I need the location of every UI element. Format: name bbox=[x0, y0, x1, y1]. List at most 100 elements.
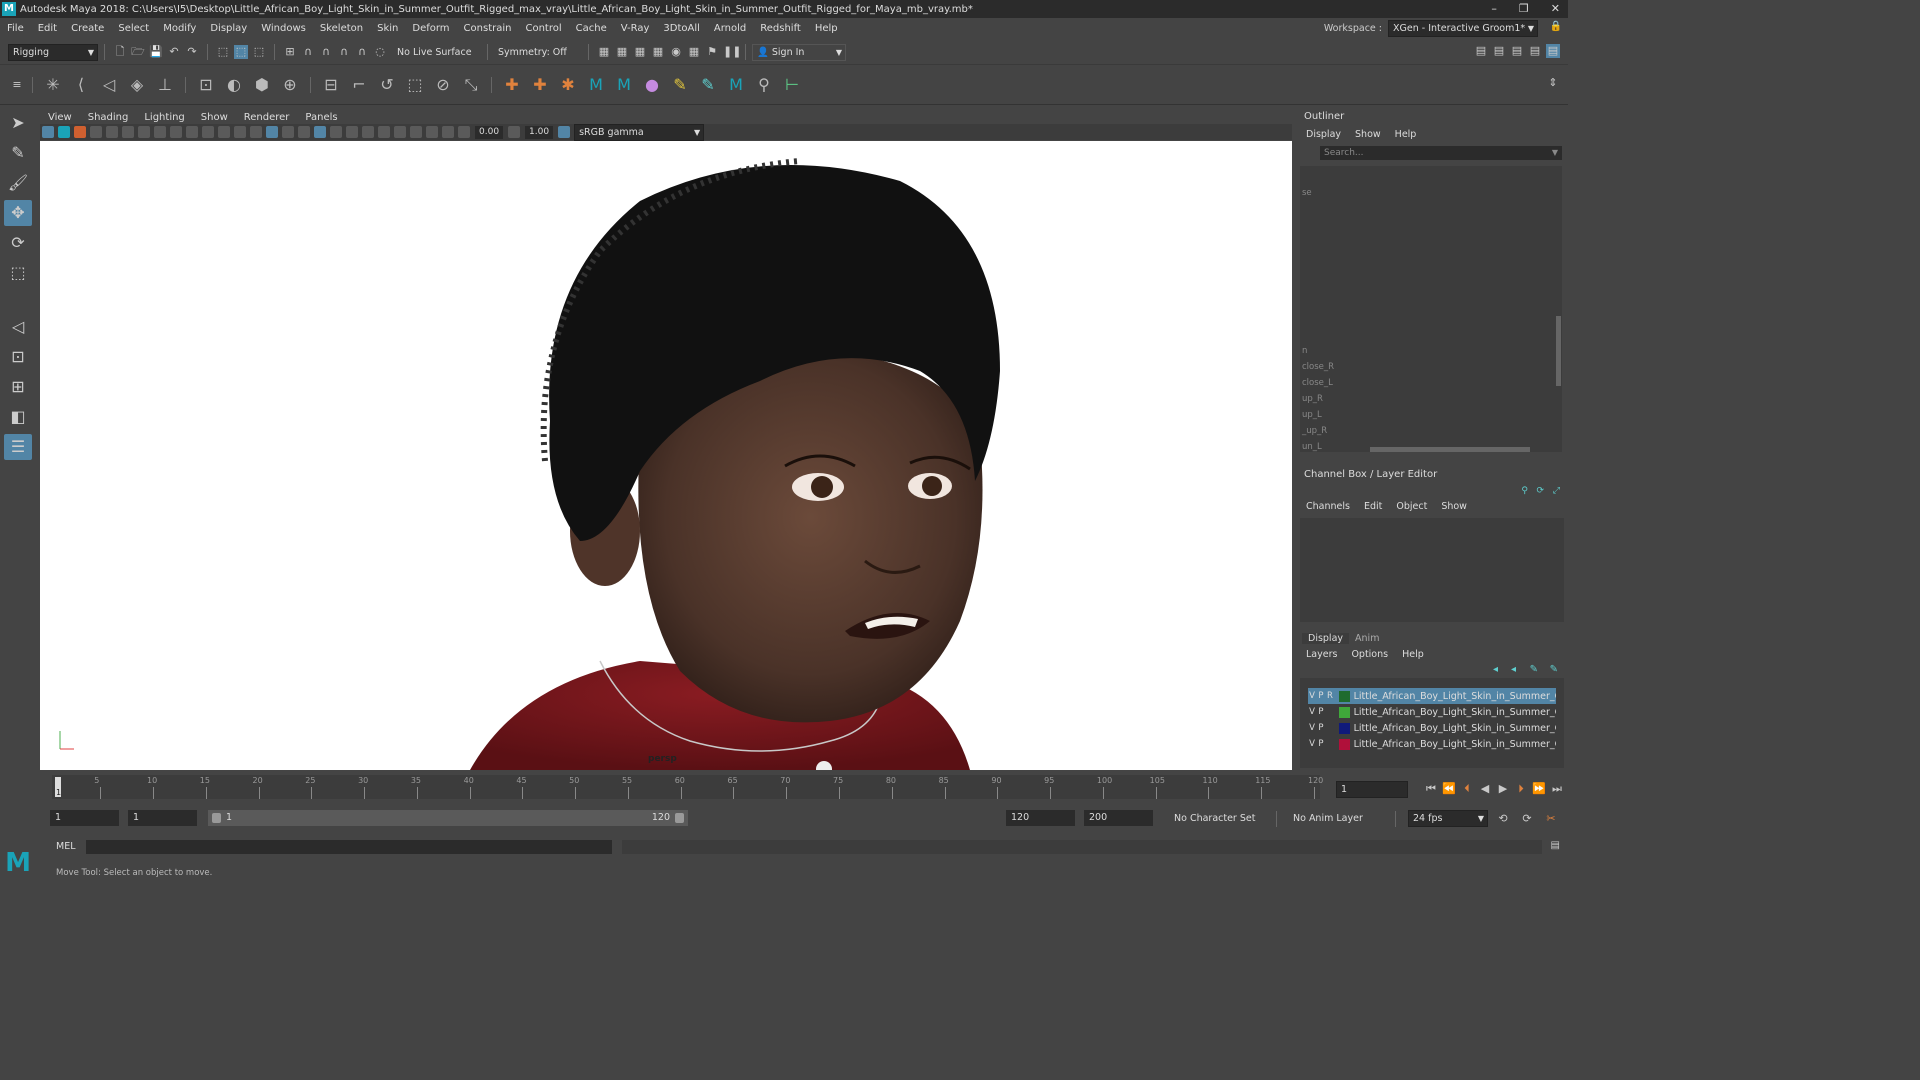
shadows-icon[interactable] bbox=[330, 126, 342, 138]
vp-menu-panels[interactable]: Panels bbox=[297, 112, 345, 123]
outliner-menu-show[interactable]: Show bbox=[1351, 129, 1385, 140]
outliner-search-input[interactable]: Search... ▼ bbox=[1320, 146, 1562, 160]
menu-select[interactable]: Select bbox=[111, 23, 156, 34]
xgen-guide-icon[interactable]: ✚ bbox=[501, 74, 523, 96]
ipr-render-icon[interactable]: ▦ bbox=[633, 45, 647, 59]
loop-icon[interactable]: ⟲ bbox=[1496, 812, 1510, 826]
outliner-vscrollbar[interactable] bbox=[1556, 316, 1561, 386]
xgen-modifier-2-icon[interactable]: M bbox=[613, 74, 635, 96]
refresh-icon[interactable]: ⟳ bbox=[1536, 486, 1544, 496]
xray-joints-icon[interactable] bbox=[442, 126, 454, 138]
layer-playback-toggle[interactable]: P bbox=[1317, 691, 1325, 701]
xgen-extend-icon[interactable]: ⊢ bbox=[781, 74, 803, 96]
exposure-field[interactable]: 0.00 bbox=[475, 125, 504, 139]
cb-menu-object[interactable]: Object bbox=[1392, 501, 1431, 512]
new-layer-icon[interactable]: ✎ bbox=[1530, 664, 1538, 675]
expand-icon[interactable]: ⤢ bbox=[1553, 486, 1560, 496]
step-forward-frame-icon[interactable]: ⏵ bbox=[1514, 782, 1528, 796]
symmetry-dropdown[interactable]: Symmetry: Off bbox=[494, 44, 582, 60]
layer-playback-toggle[interactable]: P bbox=[1317, 739, 1325, 749]
smooth-shade-icon[interactable] bbox=[266, 126, 278, 138]
lattice-icon[interactable]: ⊕ bbox=[279, 74, 301, 96]
tab-anim[interactable]: Anim bbox=[1349, 633, 1385, 644]
layer-visible-toggle[interactable]: V bbox=[1308, 707, 1316, 717]
cluster-icon[interactable]: ⊟ bbox=[320, 74, 342, 96]
menu-display[interactable]: Display bbox=[203, 23, 254, 34]
gamma-icon[interactable] bbox=[508, 126, 521, 138]
layer-row[interactable]: V P Little_African_Boy_Light_Skin_in_Sum… bbox=[1308, 704, 1556, 720]
xgen-sphere-icon[interactable]: ● bbox=[641, 74, 663, 96]
lasso-tool-icon[interactable]: ✎ bbox=[4, 140, 32, 166]
move-layer-up-icon[interactable]: ◂ bbox=[1493, 664, 1498, 675]
menu-arnold[interactable]: Arnold bbox=[707, 23, 753, 34]
outliner-item[interactable]: up_L bbox=[1302, 410, 1322, 420]
character-set-dropdown[interactable]: No Character Set bbox=[1170, 811, 1264, 826]
channel-box-icon[interactable]: ▤ bbox=[1528, 44, 1542, 58]
outliner-item[interactable]: close_L bbox=[1302, 378, 1333, 388]
play-forwards-icon[interactable]: ▶ bbox=[1496, 782, 1510, 796]
shelf-menu-icon[interactable]: ≡ bbox=[10, 78, 24, 92]
camera-select-icon[interactable] bbox=[42, 126, 54, 138]
playback-start-field[interactable]: 1 bbox=[128, 810, 197, 826]
layer-color-swatch[interactable] bbox=[1338, 690, 1350, 702]
range-slider-handle-end[interactable] bbox=[675, 813, 684, 823]
render-sequence-icon[interactable]: ▦ bbox=[615, 45, 629, 59]
outliner-list[interactable]: se n close_R close_L up_R up_L _up_R un_… bbox=[1300, 166, 1562, 452]
scale-tool-icon[interactable]: ⬚ bbox=[4, 260, 32, 286]
ik-handle-icon[interactable]: ⟨ bbox=[70, 74, 92, 96]
outliner-item[interactable]: n bbox=[1302, 346, 1307, 356]
snap-curve-icon[interactable]: ∩ bbox=[301, 45, 315, 59]
layer-menu-layers[interactable]: Layers bbox=[1302, 649, 1341, 660]
modeling-toolkit-icon[interactable]: ▤ bbox=[1474, 44, 1488, 58]
layer-visible-toggle[interactable]: V bbox=[1308, 723, 1316, 733]
color-space-dropdown[interactable]: sRGB gamma ▼ bbox=[574, 123, 705, 141]
pause-icon[interactable]: ❚❚ bbox=[723, 45, 741, 59]
bind-skin-icon[interactable]: ⊡ bbox=[195, 74, 217, 96]
layer-row[interactable]: V P R Little_African_Boy_Light_Skin_in_S… bbox=[1308, 688, 1556, 704]
snap-point-icon[interactable]: ∩ bbox=[319, 45, 333, 59]
new-layer-selected-icon[interactable]: ✎ bbox=[1550, 664, 1558, 675]
cb-menu-edit[interactable]: Edit bbox=[1360, 501, 1386, 512]
paint-weights-icon[interactable]: ⬢ bbox=[251, 74, 273, 96]
pin-icon[interactable]: ⚲ bbox=[1521, 486, 1528, 496]
end-time-field[interactable]: 200 bbox=[1084, 810, 1153, 826]
render-current-icon[interactable]: ▦ bbox=[597, 45, 611, 59]
command-input[interactable] bbox=[86, 840, 612, 854]
vp-menu-show[interactable]: Show bbox=[193, 112, 236, 123]
save-scene-icon[interactable]: 💾 bbox=[149, 45, 163, 59]
field-chart-icon[interactable] bbox=[202, 126, 214, 138]
menu-windows[interactable]: Windows bbox=[254, 23, 313, 34]
undo-icon[interactable]: ↶ bbox=[167, 45, 181, 59]
anim-layer-dropdown[interactable]: No Anim Layer bbox=[1289, 811, 1383, 826]
step-back-frame-icon[interactable]: ⏴ bbox=[1460, 782, 1474, 796]
range-slider-handle-start[interactable] bbox=[212, 813, 221, 823]
rotate-tool-icon[interactable]: ⟳ bbox=[4, 230, 32, 256]
layer-row[interactable]: V P Little_African_Boy_Light_Skin_in_Sum… bbox=[1308, 736, 1556, 752]
outliner-item[interactable]: se bbox=[1302, 188, 1312, 198]
xgen-modifier-3-icon[interactable]: M bbox=[725, 74, 747, 96]
layer-playback-toggle[interactable]: P bbox=[1317, 707, 1325, 717]
workspace-dropdown[interactable]: XGen - Interactive Groom1* ▼ bbox=[1388, 20, 1538, 37]
menu-edit[interactable]: Edit bbox=[31, 23, 64, 34]
single-view-icon[interactable]: ⊡ bbox=[4, 344, 32, 370]
tool-settings-icon[interactable]: ▤ bbox=[1510, 44, 1524, 58]
gate-mask-icon[interactable] bbox=[186, 126, 198, 138]
anti-aliasing-icon[interactable] bbox=[378, 126, 390, 138]
go-to-start-icon[interactable]: ⏮ bbox=[1424, 782, 1438, 796]
scale-constraint-icon[interactable]: ⊘ bbox=[432, 74, 454, 96]
outliner-item[interactable]: up_R bbox=[1302, 394, 1323, 404]
new-scene-icon[interactable]: 🗋 bbox=[113, 45, 127, 59]
shelf-scroll-icon[interactable]: ⇕ bbox=[1546, 76, 1560, 90]
range-slider[interactable]: 1 120 bbox=[208, 810, 688, 826]
textured-icon[interactable] bbox=[298, 126, 310, 138]
script-editor-icon[interactable]: ▤ bbox=[1551, 840, 1560, 851]
sign-in-button[interactable]: 👤 Sign In ▼ bbox=[752, 43, 846, 61]
bookmark-icon[interactable] bbox=[74, 126, 86, 138]
outliner-item[interactable]: close_R bbox=[1302, 362, 1334, 372]
redo-icon[interactable]: ↷ bbox=[185, 45, 199, 59]
xgen-pin-icon[interactable]: ⚲ bbox=[753, 74, 775, 96]
anim-prefs-icon[interactable]: ✂ bbox=[1544, 812, 1558, 826]
vp-menu-view[interactable]: View bbox=[40, 112, 80, 123]
select-tool-icon[interactable]: ➤ bbox=[4, 110, 32, 136]
layer-render-toggle[interactable]: R bbox=[1326, 691, 1334, 701]
